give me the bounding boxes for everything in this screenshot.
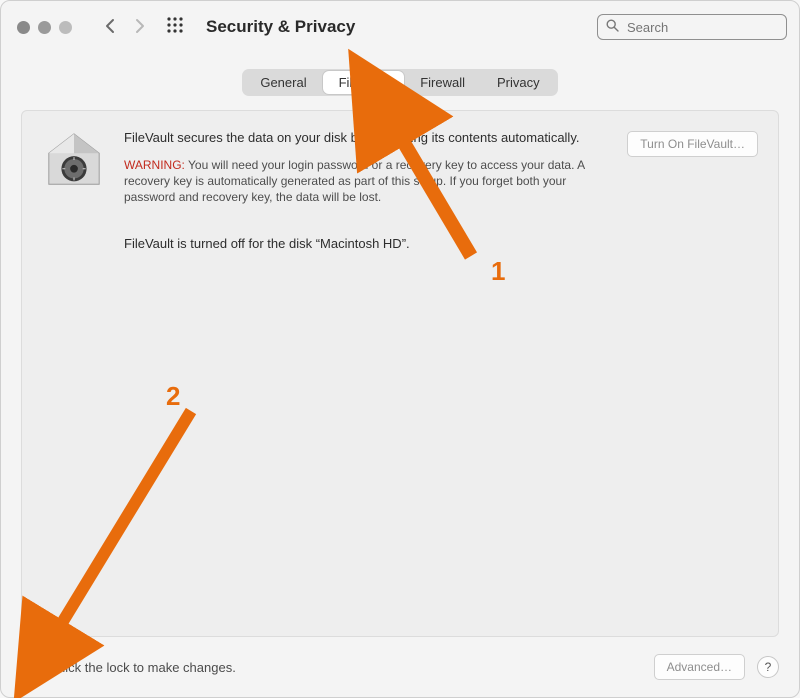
- footer: Click the lock to make changes. Advanced…: [1, 637, 799, 697]
- tab-filevault[interactable]: FileVault: [323, 71, 405, 94]
- filevault-warning: WARNING: You will need your login passwo…: [124, 157, 597, 206]
- filevault-icon: [42, 129, 106, 193]
- tab-firewall[interactable]: Firewall: [404, 71, 481, 94]
- lock-icon: [21, 655, 41, 679]
- tab-privacy[interactable]: Privacy: [481, 71, 556, 94]
- prefs-window: Security & Privacy General FileVault Fir…: [0, 0, 800, 698]
- search-icon: [606, 19, 619, 35]
- nav-buttons: [104, 18, 146, 37]
- lock-button[interactable]: [21, 655, 41, 679]
- lock-hint-text: Click the lock to make changes.: [53, 660, 236, 675]
- search-field[interactable]: [597, 14, 787, 40]
- filevault-status: FileVault is turned off for the disk “Ma…: [124, 235, 597, 253]
- warning-text: You will need your login password or a r…: [124, 158, 584, 204]
- tabs: General FileVault Firewall Privacy: [242, 69, 557, 96]
- warning-label: WARNING:: [124, 158, 185, 172]
- window-minimize-button[interactable]: [38, 21, 51, 34]
- window-close-button[interactable]: [17, 21, 30, 34]
- forward-button[interactable]: [134, 18, 146, 37]
- traffic-lights: [17, 21, 72, 34]
- titlebar: Security & Privacy: [1, 1, 799, 53]
- content: General FileVault Firewall Privacy: [1, 53, 799, 637]
- window-title: Security & Privacy: [206, 17, 355, 37]
- show-all-icon[interactable]: [166, 16, 184, 39]
- back-button[interactable]: [104, 18, 116, 37]
- turn-on-filevault-button[interactable]: Turn On FileVault…: [627, 131, 758, 157]
- advanced-button[interactable]: Advanced…: [654, 654, 745, 680]
- help-button[interactable]: ?: [757, 656, 779, 678]
- filevault-description: FileVault secures the data on your disk …: [124, 129, 597, 147]
- window-zoom-button[interactable]: [59, 21, 72, 34]
- filevault-description-block: FileVault secures the data on your disk …: [124, 129, 597, 253]
- tab-general[interactable]: General: [244, 71, 322, 94]
- search-input[interactable]: [625, 19, 778, 36]
- filevault-pane: FileVault secures the data on your disk …: [21, 110, 779, 637]
